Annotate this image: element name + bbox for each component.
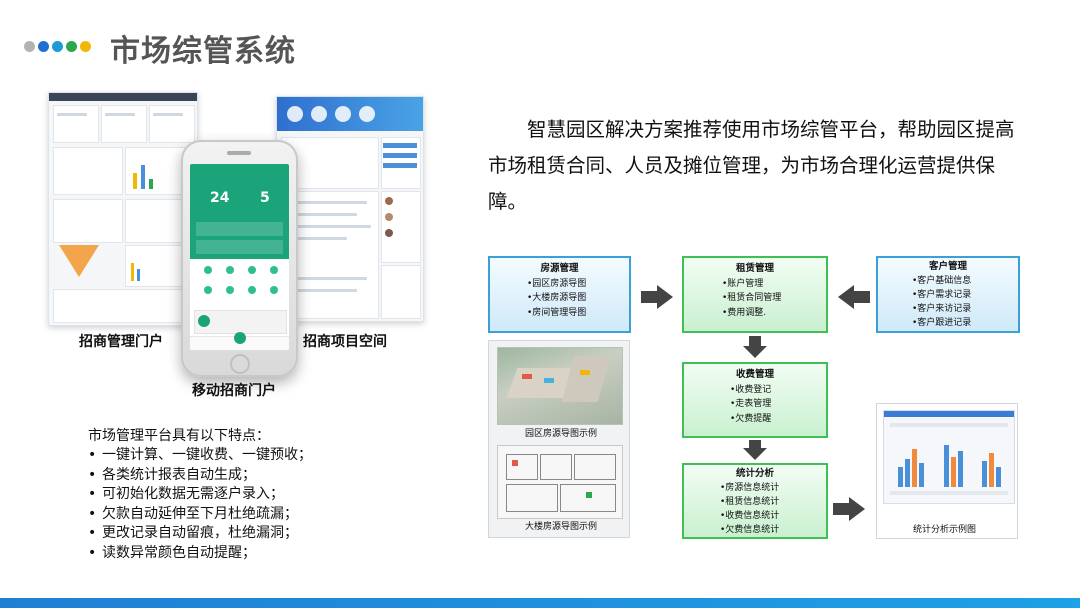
feature-item: 更改记录自动留痕，杜绝漏洞；	[88, 524, 312, 544]
caption-stats-example: 统计分析示例图	[913, 525, 977, 535]
page-title: 市场综管系统	[110, 34, 296, 69]
building-map-image	[497, 445, 623, 519]
park-map-image	[497, 347, 623, 425]
flow-box-rent: 租赁管理 •账户管理 •租赁合同管理 •费用调整.	[682, 256, 828, 333]
flow-box-item: •欠费信息统计	[720, 525, 780, 535]
dot-2	[38, 41, 49, 52]
flow-box-house: 房源管理 •园区房源导图 •大楼房源导图 •房间管理导图	[488, 256, 631, 333]
flow-box-title: 租赁管理	[735, 263, 774, 274]
flow-box-item: •客户跟进记录	[912, 318, 972, 328]
phone-stats-panel: 24 5	[190, 164, 289, 259]
flow-box-item: •欠费提醒	[730, 413, 772, 424]
flow-box-item: •走表管理	[730, 399, 772, 409]
caption-recruit-portal: 招商管理门户	[79, 334, 163, 350]
decorative-dots	[24, 41, 91, 52]
feature-item: 可初始化数据无需逐户录入；	[88, 485, 312, 505]
flow-box-item: •客户基础信息	[912, 276, 972, 286]
features-list: 一键计算、一键收费、一键预收； 各类统计报表自动生成； 可初始化数据无需逐户录入…	[88, 446, 312, 563]
phone-screen: 24 5	[190, 164, 289, 350]
bottom-accent-bar	[0, 598, 1080, 608]
flow-box-title: 收费管理	[735, 369, 774, 380]
flow-box-fee: 收费管理 •收费登记 •走表管理 •欠费提醒	[682, 362, 828, 438]
flow-box-item: •收费信息统计	[720, 511, 780, 521]
caption-project-space: 招商项目空间	[303, 334, 387, 350]
dot-5	[80, 41, 91, 52]
feature-item: 各类统计报表自动生成；	[88, 466, 312, 486]
flow-box-item: •账户管理	[722, 278, 764, 289]
dot-3	[52, 41, 63, 52]
flow-box-item: •房源信息统计	[720, 483, 780, 493]
flow-box-title: 统计分析	[735, 468, 774, 479]
house-map-examples: 园区房源导图示例 大楼房源导图示例	[488, 340, 630, 538]
feature-item: 欠款自动延伸至下月杜绝疏漏；	[88, 505, 312, 525]
features-title: 市场管理平台具有以下特点：	[88, 428, 270, 444]
caption-building-map: 大楼房源导图示例	[525, 522, 598, 532]
flow-box-stats: 统计分析 •房源信息统计 •租赁信息统计 •收费信息统计 •欠费信息统计	[682, 463, 828, 539]
dot-4	[66, 41, 77, 52]
feature-item: 读数异常颜色自动提醒；	[88, 544, 312, 564]
flow-box-title: 房源管理	[540, 263, 579, 274]
phone-mockup: 24 5	[181, 140, 298, 377]
flow-box-item: •房间管理导图	[527, 307, 587, 318]
flow-box-item: •客户需求记录	[912, 290, 972, 300]
flow-box-item: •费用调整.	[722, 307, 767, 318]
project-space-screenshot	[276, 96, 424, 322]
flow-box-title: 客户管理	[928, 261, 967, 272]
flow-box-item: •租赁合同管理	[722, 293, 782, 303]
dot-1	[24, 41, 35, 52]
phone-stat-left: 24	[210, 190, 230, 206]
flow-box-item: •园区房源导图	[527, 278, 587, 289]
caption-mobile-portal: 移动招商门户	[192, 383, 276, 399]
intro-paragraph: 智慧园区解决方案推荐使用市场综管平台，帮助园区提高市场租赁合同、人员及摊位管理，…	[488, 118, 1015, 213]
flow-box-item: •租赁信息统计	[720, 497, 780, 507]
flow-box-customer: 客户管理 •客户基础信息 •客户需求记录 •客户来访记录 •客户跟进记录	[876, 256, 1020, 333]
flow-box-item: •收费登记	[730, 384, 772, 395]
flow-box-item: •大楼房源导图	[527, 293, 587, 303]
stats-example-image: 统计分析示例图	[876, 403, 1018, 539]
caption-park-map: 园区房源导图示例	[525, 429, 598, 439]
dashboard-screenshot	[48, 92, 198, 326]
phone-stat-right: 5	[260, 190, 270, 206]
flow-box-item: •客户来访记录	[912, 304, 972, 314]
feature-item: 一键计算、一键收费、一键预收；	[88, 446, 312, 466]
